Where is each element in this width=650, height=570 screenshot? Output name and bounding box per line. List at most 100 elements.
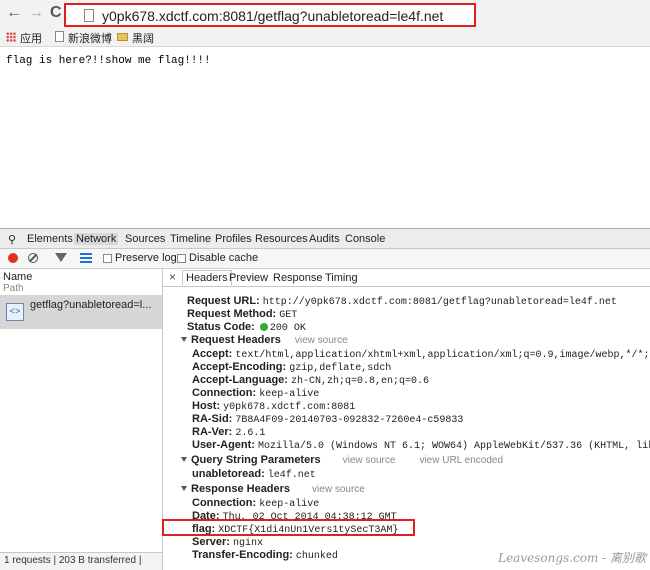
header-row: User-Agent: Mozilla/5.0 (Windows NT 6.1;… bbox=[192, 439, 650, 453]
apps-grid-icon[interactable] bbox=[6, 32, 16, 42]
response-headers-section[interactable]: Response Headers view source bbox=[181, 483, 365, 496]
tab-profiles[interactable]: Profiles bbox=[215, 233, 252, 245]
request-url-row: Request URL: http://y0pk678.xdctf.com:80… bbox=[187, 295, 617, 309]
tab-elements[interactable]: Elements bbox=[27, 233, 73, 245]
details-tab-bar: × Headers Preview Response Timing bbox=[163, 269, 650, 287]
header-key: Status Code: bbox=[187, 321, 255, 333]
tab-console[interactable]: Console bbox=[345, 233, 385, 245]
preserve-log-checkbox[interactable] bbox=[103, 254, 112, 263]
header-row: Host: y0pk678.xdctf.com:8081 bbox=[192, 400, 355, 414]
close-icon[interactable]: × bbox=[169, 270, 176, 284]
tab-timing[interactable]: Timing bbox=[325, 272, 358, 284]
bookmark-apps[interactable]: 应用 bbox=[20, 30, 42, 46]
header-key: Request URL: bbox=[187, 295, 260, 307]
request-method-row: Request Method: GET bbox=[187, 308, 297, 322]
page-icon bbox=[84, 9, 94, 22]
header-value: 2.6.1 bbox=[235, 428, 266, 439]
header-key: Host: bbox=[192, 400, 221, 412]
filter-icon[interactable] bbox=[55, 253, 67, 262]
devtools-search-icon[interactable]: ⚲ bbox=[8, 233, 16, 246]
header-row: Connection: keep-alive bbox=[192, 497, 319, 511]
column-path-header: Path bbox=[3, 283, 24, 294]
view-url-encoded-link[interactable]: view URL encoded bbox=[419, 455, 503, 466]
header-key: Connection: bbox=[192, 497, 257, 509]
page-body-text: flag is here?!!show me flag!!!! bbox=[6, 55, 211, 67]
expand-triangle-icon[interactable] bbox=[181, 486, 187, 491]
column-name-header[interactable]: Name bbox=[3, 271, 32, 283]
status-ok-icon bbox=[259, 323, 268, 331]
tab-response[interactable]: Response bbox=[273, 272, 323, 284]
header-row: RA-Ver: 2.6.1 bbox=[192, 426, 265, 440]
bookmarks-bar: 应用 新浪微博 黑阔 bbox=[0, 28, 650, 47]
bookmark-heikuo[interactable]: 黑阔 bbox=[132, 30, 154, 46]
view-source-link[interactable]: view source bbox=[343, 455, 396, 466]
header-value: 7B8A4F09-20140703-092832-7260e4-c59833 bbox=[235, 415, 464, 426]
status-summary: 1 requests | 203 B transferred | bbox=[4, 555, 142, 566]
header-value: gzip,deflate,sdch bbox=[289, 363, 392, 374]
tab-preview[interactable]: Preview bbox=[229, 272, 268, 284]
header-value: keep-alive bbox=[259, 499, 320, 510]
tab-timeline[interactable]: Timeline bbox=[170, 233, 211, 245]
section-title: Query String Parameters bbox=[191, 454, 321, 466]
expand-triangle-icon[interactable] bbox=[181, 337, 187, 342]
section-title: Response Headers bbox=[191, 483, 291, 495]
header-key: Server: bbox=[192, 536, 230, 548]
disable-cache-checkbox[interactable] bbox=[177, 254, 186, 263]
watermark: Leavesongs.com - 离别歌 bbox=[498, 551, 646, 565]
forward-arrow-icon[interactable]: → bbox=[28, 4, 44, 22]
back-arrow-icon[interactable]: ← bbox=[6, 4, 22, 22]
flag-highlight-box bbox=[162, 519, 415, 536]
status-code-row: Status Code: 200 OK bbox=[187, 321, 306, 335]
address-bar[interactable]: y0pk678.xdctf.com:8081/getflag?unabletor… bbox=[64, 3, 476, 27]
header-value: 200 OK bbox=[269, 323, 306, 334]
query-param-row: unabletoread: le4f.net bbox=[192, 468, 316, 482]
query-params-section[interactable]: Query String Parameters view source view U… bbox=[181, 454, 503, 467]
header-key: User-Agent: bbox=[192, 439, 255, 451]
view-source-link[interactable]: view source bbox=[312, 484, 365, 495]
network-status-bar: 1 requests | 203 B transferred | bbox=[0, 552, 162, 570]
tab-headers[interactable]: Headers bbox=[182, 270, 232, 286]
network-toolbar: Preserve log Disable cache bbox=[0, 249, 650, 269]
request-headers-section[interactable]: Request Headers view source bbox=[181, 334, 348, 347]
document-icon: <> bbox=[6, 303, 24, 321]
tab-network[interactable]: Network bbox=[74, 233, 119, 245]
disable-cache-label: Disable cache bbox=[189, 252, 259, 264]
header-value: chunked bbox=[295, 551, 338, 562]
folder-icon bbox=[117, 33, 128, 41]
page-icon bbox=[55, 31, 64, 42]
bookmark-weibo[interactable]: 新浪微博 bbox=[68, 30, 112, 46]
header-value: zh-CN,zh;q=0.8,en;q=0.6 bbox=[291, 376, 430, 387]
request-list: Name Path <> getflag?unabletoread=l... 1… bbox=[0, 269, 163, 570]
header-value: y0pk678.xdctf.com:8081 bbox=[223, 402, 356, 413]
devtools-tab-bar: ⚲ Elements Network Sources Timeline Prof… bbox=[0, 229, 650, 249]
header-key: unabletoread: bbox=[192, 468, 265, 480]
expand-triangle-icon[interactable] bbox=[181, 457, 187, 462]
clear-icon[interactable] bbox=[28, 253, 38, 263]
header-value: le4f.net bbox=[267, 470, 316, 481]
request-row[interactable]: <> getflag?unabletoread=l... bbox=[0, 295, 162, 329]
header-row: RA-Sid: 7B8A4F09-20140703-092832-7260e4-… bbox=[192, 413, 463, 427]
header-value: GET bbox=[279, 310, 298, 321]
header-value: Mozilla/5.0 (Windows NT 6.1; WOW64) Appl… bbox=[258, 441, 650, 452]
header-value: keep-alive bbox=[259, 389, 320, 400]
address-url[interactable]: y0pk678.xdctf.com:8081/getflag?unabletor… bbox=[102, 8, 443, 24]
reload-icon[interactable]: C bbox=[50, 4, 62, 22]
header-value: text/html,application/xhtml+xml,applicat… bbox=[235, 350, 650, 361]
header-key: Accept-Encoding: bbox=[192, 361, 287, 373]
header-key: Request Method: bbox=[187, 308, 277, 320]
tab-resources[interactable]: Resources bbox=[255, 233, 308, 245]
header-key: Connection: bbox=[192, 387, 257, 399]
preserve-log-label: Preserve log bbox=[115, 252, 177, 264]
list-view-icon[interactable] bbox=[80, 253, 92, 263]
header-row: Server: nginx bbox=[192, 536, 263, 550]
header-key: Accept-Language: bbox=[192, 374, 288, 386]
record-icon[interactable] bbox=[8, 253, 18, 263]
tab-sources[interactable]: Sources bbox=[125, 233, 165, 245]
header-row: Accept-Language: zh-CN,zh;q=0.8,en;q=0.6 bbox=[192, 374, 429, 388]
header-row: Accept: text/html,application/xhtml+xml,… bbox=[192, 348, 650, 362]
view-source-link[interactable]: view source bbox=[295, 335, 348, 346]
header-value: nginx bbox=[232, 538, 263, 549]
tab-audits[interactable]: Audits bbox=[309, 233, 340, 245]
request-name[interactable]: getflag?unabletoread=l... bbox=[30, 299, 151, 311]
header-row: Transfer-Encoding: chunked bbox=[192, 549, 338, 563]
